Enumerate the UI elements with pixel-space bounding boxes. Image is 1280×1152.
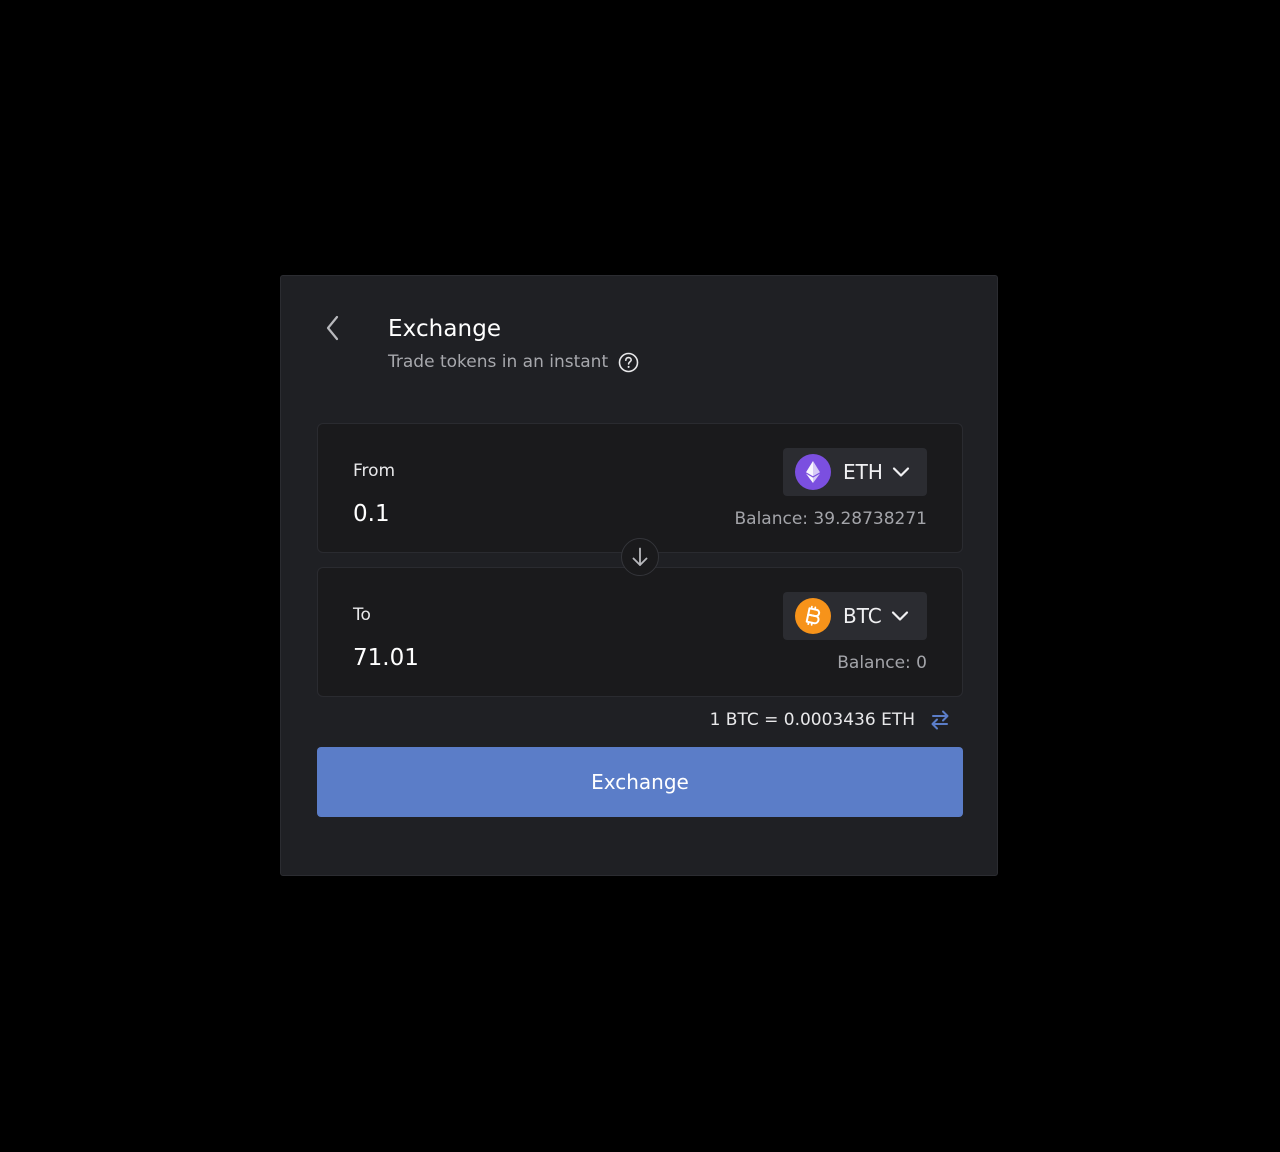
exchange-panel: Exchange Trade tokens in an instant From <box>280 275 998 876</box>
to-label: To <box>353 605 371 625</box>
swap-rate-icon[interactable] <box>929 709 951 731</box>
from-token-select[interactable]: ETH <box>783 448 927 496</box>
swap-direction-button[interactable] <box>621 538 659 576</box>
to-token-symbol: BTC <box>843 604 882 628</box>
chevron-down-icon <box>892 463 910 481</box>
exchange-button[interactable]: Exchange <box>317 747 963 817</box>
page-title: Exchange <box>388 316 502 342</box>
page-subtitle: Trade tokens in an instant <box>388 352 609 372</box>
subtitle-row: Trade tokens in an instant <box>388 351 639 373</box>
help-icon[interactable] <box>618 352 639 373</box>
chevron-left-icon <box>326 315 339 341</box>
to-balance: Balance: 0 <box>837 653 927 673</box>
from-label: From <box>353 461 396 481</box>
back-button[interactable] <box>317 312 349 344</box>
chevron-down-icon <box>891 607 909 625</box>
to-card: To BTC Balance: 0 <box>317 567 963 697</box>
from-balance: Balance: 39.28738271 <box>734 509 928 529</box>
to-amount-input[interactable] <box>353 643 653 673</box>
from-amount-input[interactable] <box>353 499 653 529</box>
ethereum-icon <box>795 454 831 490</box>
arrow-down-icon <box>632 547 648 566</box>
exchange-rate: 1 BTC = 0.0003436 ETH <box>709 710 915 730</box>
to-token-select[interactable]: BTC <box>783 592 927 640</box>
from-token-symbol: ETH <box>843 460 883 484</box>
from-card: From ETH Balance: 39.28738271 <box>317 423 963 553</box>
bitcoin-icon <box>795 598 831 634</box>
exchange-rate-row: 1 BTC = 0.0003436 ETH <box>710 709 951 731</box>
